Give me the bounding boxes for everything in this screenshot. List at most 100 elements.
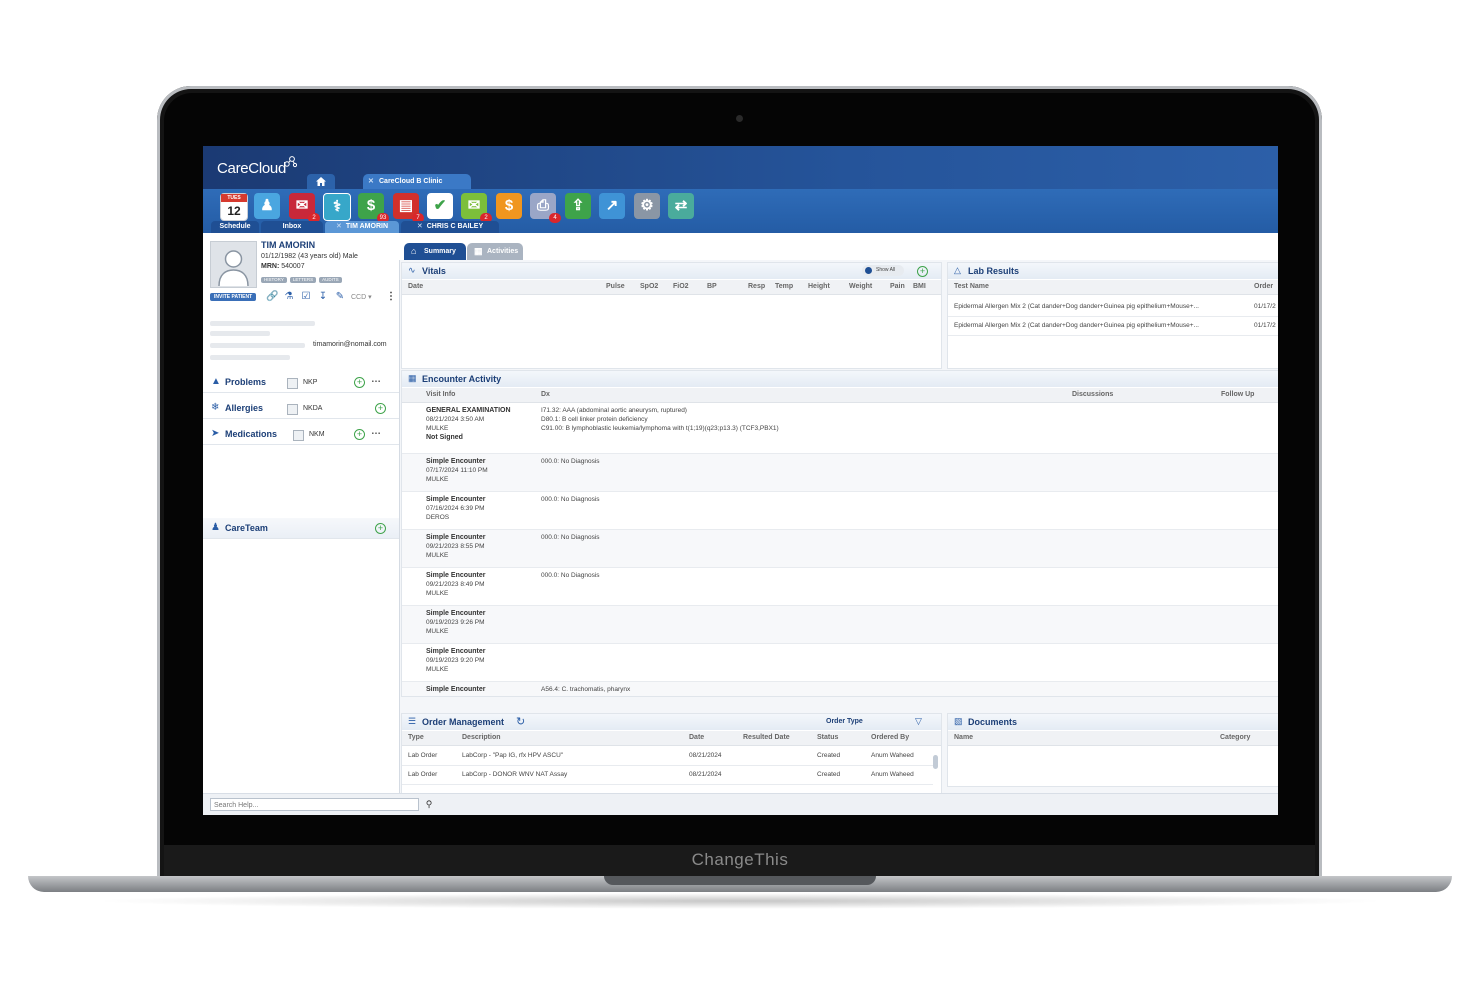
encounter-row[interactable]: GENERAL EXAMINATION 08/21/2024 3:50 AM M… [402,403,1278,454]
home-icon: ⌂ [411,246,417,256]
tab-patient-tim-amorin[interactable]: ✕ TIM AMORIN [325,221,399,233]
encounter-row[interactable]: Simple Encounter A56.4: C. trachomatis, … [402,682,1278,696]
history-button[interactable]: HISTORY [261,277,287,283]
link-icon[interactable]: 🔗 [266,291,278,302]
order-management-panel: ☰ Order Management ↻ Order Type ▽ Type D… [401,713,942,795]
checkmark-icon: ✔ [433,197,447,214]
encounter-provider: MULKE [426,476,449,483]
tab-inbox[interactable]: Inbox [261,221,323,233]
encounter-status: Not Signed [426,434,463,441]
encounter-provider: MULKE [426,425,449,432]
fax-app-button[interactable]: ⎙ 4 [530,193,561,223]
tab-activities[interactable]: ▦ Activities [467,243,523,260]
tab-patient-chris-bailey[interactable]: ✕ CHRIS C BAILEY [401,221,499,233]
encounter-dx: A56.4: C. trachomatis, pharynx [541,686,631,693]
main-tabs: ⌂ Summary ▦ Activities [399,233,1278,260]
add-vitals-icon[interactable]: + [917,266,928,277]
add-careteam-icon[interactable]: + [375,523,386,534]
show-all-toggle[interactable]: Show All [862,265,904,276]
calendar-icon: 12 [227,204,241,218]
search-icon[interactable]: ⚲ [422,798,436,811]
top-header: CareCloud ✕ CareCloud B Clinic [203,146,1278,189]
tab-summary[interactable]: ⌂ Summary [404,243,466,260]
nkda-checkbox[interactable] [287,404,298,415]
column-header: Order [1254,283,1274,290]
add-problem-icon[interactable]: + [354,377,365,388]
lab-test-name: Epidermal Allergen Mix 2 (Cat dander+Dog… [954,322,1199,329]
patients-app-button[interactable]: ♟ [254,193,280,219]
more-options-icon[interactable]: … [371,374,381,385]
nkp-checkbox[interactable] [287,378,298,389]
table-row[interactable]: Lab Order LabCorp - DONOR WNV NAT Assay … [402,766,933,785]
people-icon: ♟ [260,197,274,214]
patient-email: timamorin@nomail.com [313,341,387,348]
filter-icon[interactable]: ▽ [915,716,922,727]
refresh-icon[interactable]: ↻ [516,715,525,728]
add-medication-icon[interactable]: + [354,429,365,440]
add-allergy-icon[interactable]: + [375,403,386,414]
order-date: 08/21/2024 [689,771,722,778]
close-icon[interactable]: ✕ [417,223,423,230]
download-icon[interactable]: ↧ [317,291,329,302]
billing-app-button[interactable]: $93 [358,193,389,223]
messages-app-button[interactable]: ✉ 2 [461,193,492,223]
pharmacy-icon[interactable]: ⚗ [283,291,295,302]
redacted-info [210,343,305,348]
upload-app-button[interactable]: ⇪ [565,193,591,219]
checklist-icon[interactable]: ☑ [300,291,312,302]
encounter-dx: 000.0: No Diagnosis [541,534,600,541]
mrn-value: 540007 [281,263,305,270]
encounter-type: GENERAL EXAMINATION [426,407,511,414]
encounter-date: 09/21/2023 8:55 PM [426,543,485,550]
encounter-dx: 000.0: No Diagnosis [541,496,600,503]
clinical-app-button[interactable]: ⚕ [323,193,351,221]
search-help-input[interactable]: Search Help... [210,798,419,811]
help-bar: Search Help... ⚲ [203,793,1278,815]
column-header: Dx [541,391,550,398]
documents-title: Documents [968,717,1018,727]
lab-test-name: Epidermal Allergen Mix 2 (Cat dander+Dog… [954,303,1199,310]
table-row[interactable]: Epidermal Allergen Mix 2 (Cat dander+Dog… [948,299,1278,317]
scrollbar[interactable] [933,755,938,769]
table-row[interactable]: Lab Order LabCorp - "Pap IG, rfx HPV ASC… [402,747,933,766]
encounter-row[interactable]: Simple Encounter 09/19/2023 9:20 PM MULK… [402,644,1278,682]
calendar-app-button[interactable]: TUES 12 [220,193,248,221]
toggle-knob [865,267,872,274]
nkm-checkbox[interactable] [293,430,304,441]
medications-section: ➤ Medications NKM + … [203,424,399,445]
encounter-row[interactable]: Simple Encounter 07/17/2024 11:10 PM MUL… [402,454,1278,492]
encounter-row[interactable]: Simple Encounter 09/19/2023 9:26 PM MULK… [402,606,1278,644]
encounter-row[interactable]: Simple Encounter 07/16/2024 6:39 PM DERO… [402,492,1278,530]
more-options-icon[interactable]: ⋮ [386,291,396,302]
mrn-label: MRN: [261,263,280,270]
more-options-icon[interactable]: … [371,426,381,437]
integrations-app-button[interactable]: ⇄ [668,193,694,219]
close-icon[interactable]: ✕ [368,174,374,189]
user-icon [218,250,249,287]
inbox-app-button[interactable]: ✉ 2 [289,193,320,223]
home-icon [316,177,326,186]
column-header: Discussions [1072,391,1114,398]
tasks-app-button[interactable]: ✔ [427,193,453,219]
column-header: Ordered By [871,734,910,741]
payments-app-button[interactable]: $ [496,193,522,219]
tab-schedule[interactable]: Schedule [211,221,259,233]
encounter-date: 07/16/2024 6:39 PM [426,505,485,512]
documents-app-button[interactable]: ▤ 7 [393,193,424,223]
edit-icon[interactable]: ✎ [334,291,346,302]
invite-patient-button[interactable]: INVITE PATIENT [210,293,257,301]
table-row[interactable]: Epidermal Allergen Mix 2 (Cat dander+Dog… [948,318,1278,336]
audits-button[interactable]: AUDITS [319,277,342,283]
analytics-app-button[interactable]: ↗ [599,193,625,219]
settings-app-button[interactable]: ⚙ [634,193,660,219]
ccd-dropdown[interactable]: CCD ▾ [351,293,372,301]
encounter-row[interactable]: Simple Encounter 09/21/2023 8:55 PM MULK… [402,530,1278,568]
encounter-provider: MULKE [426,552,449,559]
home-tab[interactable] [307,174,335,189]
clinic-tab[interactable]: ✕ CareCloud B Clinic [363,174,471,189]
letters-button[interactable]: LETTERS [289,277,317,283]
fax-badge: 4 [549,213,561,223]
close-icon[interactable]: ✕ [336,223,342,230]
tab-patient-label: CHRIS C BAILEY [426,223,484,230]
encounter-row[interactable]: Simple Encounter 09/21/2023 8:49 PM MULK… [402,568,1278,606]
